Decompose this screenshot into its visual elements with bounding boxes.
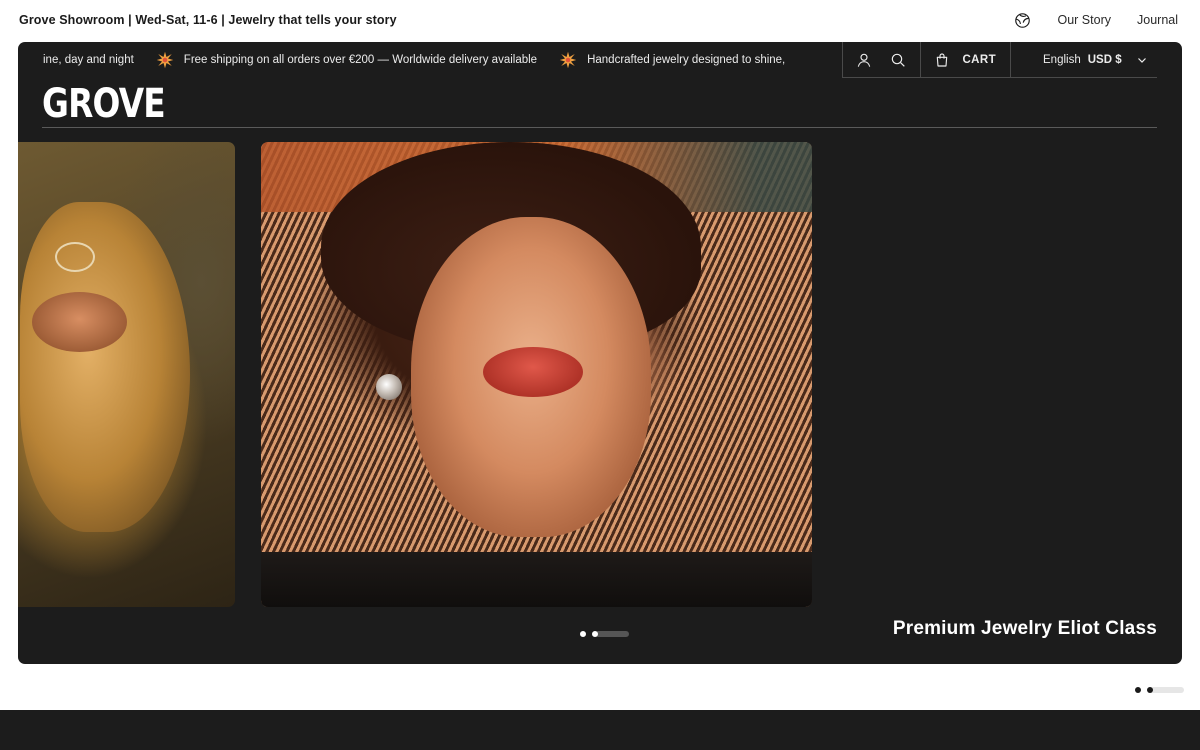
slider-progress — [595, 631, 629, 637]
announcement-item: Handcrafted jewelry designed to shine, — [587, 54, 786, 66]
slide-image-detail — [32, 292, 127, 352]
slider-dot-active[interactable] — [1147, 687, 1184, 693]
globe-icon[interactable] — [1014, 11, 1032, 29]
hero-slide-active[interactable] — [261, 142, 812, 607]
cart-label: CART — [962, 54, 996, 66]
shopping-bag-icon — [934, 51, 950, 69]
user-icon[interactable] — [856, 51, 873, 69]
page-slider-dots — [1135, 687, 1184, 693]
slide-image-area — [20, 202, 190, 532]
announcement-item: Free shipping on all orders over €200 — … — [183, 54, 538, 66]
slide-image-detail — [483, 347, 583, 397]
slider-dot-active[interactable] — [592, 631, 629, 637]
currency-value: USD $ — [1087, 54, 1122, 66]
hero-panel: ine, day and night Free shipping on all … — [18, 42, 1182, 664]
hero-slide-previous[interactable] — [18, 142, 235, 607]
account-search-group — [842, 42, 920, 78]
brand-logo[interactable]: GROVE — [42, 82, 166, 126]
our-story-link[interactable]: Our Story — [1058, 13, 1112, 27]
slide-image-detail — [261, 552, 812, 607]
top-info-bar: Grove Showroom | Wed-Sat, 11-6 | Jewelry… — [0, 0, 1200, 40]
burst-icon — [559, 51, 577, 69]
marquee-track: ine, day and night Free shipping on all … — [43, 42, 785, 78]
next-section-band — [0, 710, 1200, 750]
slide-image-detail — [376, 374, 402, 400]
showroom-info: Grove Showroom | Wed-Sat, 11-6 | Jewelry… — [19, 13, 397, 27]
announcement-item: ine, day and night — [43, 54, 134, 66]
announcement-marquee: ine, day and night Free shipping on all … — [18, 42, 842, 78]
logo-divider — [42, 127, 1157, 128]
announcement-row: ine, day and night Free shipping on all … — [18, 42, 1182, 78]
slider-dot — [592, 631, 598, 637]
top-links: Our Story Journal — [1014, 11, 1182, 29]
slider-dot[interactable] — [580, 631, 586, 637]
header-divider — [842, 77, 1157, 78]
search-icon[interactable] — [890, 51, 907, 69]
journal-link[interactable]: Journal — [1137, 13, 1178, 27]
burst-icon — [156, 51, 174, 69]
slider-progress — [1150, 687, 1184, 693]
header-utilities: CART English USD $ — [842, 42, 1182, 78]
language-value: English — [1043, 54, 1081, 66]
slide-image-detail — [55, 242, 95, 272]
cart-button[interactable]: CART — [920, 42, 1010, 78]
hero-caption[interactable]: Premium Jewelry Eliot Class — [893, 618, 1157, 640]
locale-selector[interactable]: English USD $ — [1010, 42, 1182, 78]
chevron-down-icon — [1133, 51, 1151, 69]
slider-dot — [1147, 687, 1153, 693]
hero-slider-dots — [580, 631, 629, 637]
slider-dot[interactable] — [1135, 687, 1141, 693]
